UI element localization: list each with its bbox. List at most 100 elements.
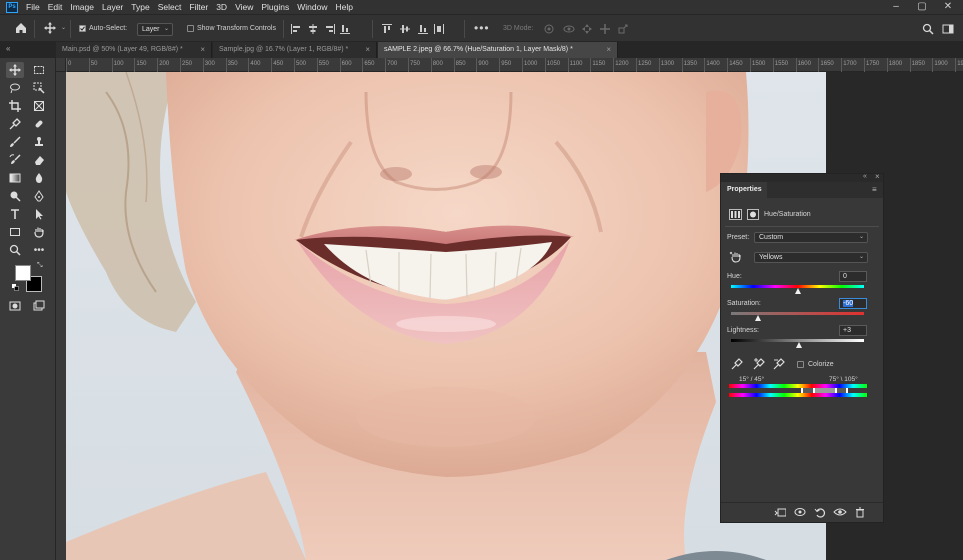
path-selection-tool-icon[interactable] <box>30 206 48 222</box>
healing-brush-tool-icon[interactable] <box>30 116 48 132</box>
eyedropper-tool-icon[interactable] <box>6 116 24 132</box>
eyedropper-icon[interactable] <box>731 358 743 372</box>
lightness-value-field[interactable]: +3 <box>839 325 867 336</box>
swap-colors-icon[interactable]: ⤡ <box>37 262 43 270</box>
more-tools-icon[interactable]: ••• <box>30 242 48 258</box>
hue-slider[interactable] <box>731 285 864 294</box>
distribute-vcenter-icon[interactable] <box>399 23 411 37</box>
more-options-icon[interactable]: ••• <box>474 21 490 35</box>
menu-view[interactable]: View <box>235 2 253 12</box>
close-tab-icon[interactable]: × <box>365 42 370 58</box>
3d-orbit-icon[interactable] <box>543 23 555 37</box>
layer-mask-icon[interactable] <box>747 209 759 220</box>
saturation-slider-thumb[interactable] <box>754 315 761 321</box>
visibility-eye-icon[interactable] <box>833 507 847 519</box>
align-bottom-icon[interactable] <box>339 23 351 37</box>
menu-select[interactable]: Select <box>158 2 182 12</box>
menu-help[interactable]: Help <box>335 2 352 12</box>
move-tool-icon[interactable] <box>44 22 56 34</box>
search-icon[interactable] <box>922 23 934 37</box>
distribute-top-icon[interactable] <box>381 23 393 37</box>
brush-tool-icon[interactable] <box>6 134 24 150</box>
tab-sample-2-jpeg[interactable]: sAMPLE 2.jpeg @ 66.7% (Hue/Saturation 1,… <box>378 42 618 58</box>
menu-window[interactable]: Window <box>297 2 327 12</box>
type-tool-icon[interactable] <box>6 206 24 222</box>
eraser-tool-icon[interactable] <box>30 152 48 168</box>
object-selection-tool-icon[interactable] <box>30 80 48 96</box>
auto-select-target-dropdown[interactable]: Layer ⌄ <box>137 23 173 36</box>
screen-mode-icon[interactable] <box>30 298 48 314</box>
lasso-tool-icon[interactable] <box>6 80 24 96</box>
align-left-icon[interactable] <box>290 23 302 37</box>
menu-layer[interactable]: Layer <box>102 2 123 12</box>
reset-icon[interactable] <box>813 507 827 519</box>
menu-plugins[interactable]: Plugins <box>261 2 289 12</box>
tab-main-psd[interactable]: Main.psd @ 50% (Layer 49, RGB/8#) * × <box>56 42 212 58</box>
auto-select-checkbox[interactable] <box>79 25 86 32</box>
foreground-color-swatch[interactable] <box>15 265 31 281</box>
trash-icon[interactable] <box>853 507 867 519</box>
close-tab-icon[interactable]: × <box>606 42 611 58</box>
saturation-slider[interactable] <box>731 312 864 321</box>
chevron-down-icon[interactable]: ⌄ <box>61 24 66 31</box>
frame-tool-icon[interactable] <box>30 98 48 114</box>
align-right-icon[interactable] <box>324 23 336 37</box>
show-transform-checkbox[interactable] <box>187 25 194 32</box>
3d-slide-icon[interactable] <box>599 23 611 37</box>
adjustment-layer-icon[interactable] <box>729 209 742 220</box>
distribute-bottom-icon[interactable] <box>417 23 429 37</box>
lightness-slider-thumb[interactable] <box>796 342 803 348</box>
home-icon[interactable] <box>14 21 28 35</box>
saturation-value-field[interactable]: -60 <box>839 298 867 309</box>
colorize-checkbox[interactable] <box>797 361 804 368</box>
tab-properties[interactable]: Properties <box>721 182 767 198</box>
targeted-adjustment-hand-icon[interactable] <box>729 250 743 264</box>
close-panel-icon[interactable]: × <box>875 172 880 181</box>
view-previous-state-icon[interactable] <box>793 507 807 519</box>
history-brush-tool-icon[interactable] <box>6 152 24 168</box>
hue-slider-thumb[interactable] <box>794 288 801 294</box>
align-center-icon[interactable] <box>307 23 319 37</box>
maximize-icon[interactable]: ▢ <box>909 0 935 14</box>
quick-mask-icon[interactable] <box>6 298 24 314</box>
menu-type[interactable]: Type <box>131 2 149 12</box>
default-colors-icon[interactable] <box>12 284 19 291</box>
clone-stamp-tool-icon[interactable] <box>30 134 48 150</box>
clip-to-layer-icon[interactable] <box>773 507 787 519</box>
3d-scale-icon[interactable] <box>617 23 629 37</box>
eyedropper-minus-icon[interactable] <box>773 358 785 372</box>
move-tool-icon[interactable] <box>6 62 24 78</box>
panel-header-strip: « × <box>721 172 883 182</box>
rectangle-tool-icon[interactable] <box>6 224 24 240</box>
hand-tool-icon[interactable] <box>30 224 48 240</box>
panel-menu-icon[interactable]: ≡ <box>872 185 877 194</box>
hue-value-field[interactable]: 0 <box>839 271 867 282</box>
dodge-tool-icon[interactable] <box>6 188 24 204</box>
marquee-tool-icon[interactable] <box>30 62 48 78</box>
workspace-icon[interactable] <box>942 23 954 37</box>
tab-sample-jpg[interactable]: Sample.jpg @ 16.7% (Layer 1, RGB/8#) * × <box>213 42 377 58</box>
minimize-icon[interactable]: – <box>883 0 909 14</box>
lightness-slider[interactable] <box>731 339 864 348</box>
collapse-panel-icon[interactable]: « <box>863 173 867 180</box>
menu-edit[interactable]: Edit <box>48 2 63 12</box>
3d-roll-icon[interactable] <box>563 23 575 37</box>
distribute-horizontal-icon[interactable] <box>433 23 445 37</box>
menu-3d[interactable]: 3D <box>216 2 227 12</box>
document-canvas[interactable] <box>66 72 826 560</box>
close-tab-icon[interactable]: × <box>200 42 205 58</box>
menu-image[interactable]: Image <box>70 2 94 12</box>
pen-tool-icon[interactable] <box>30 188 48 204</box>
close-icon[interactable]: ✕ <box>935 0 961 14</box>
blur-tool-icon[interactable] <box>30 170 48 186</box>
zoom-tool-icon[interactable] <box>6 242 24 258</box>
eyedropper-plus-icon[interactable] <box>753 358 765 372</box>
3d-pan-icon[interactable] <box>581 23 593 37</box>
channel-dropdown[interactable]: Yellows ⌄ <box>754 252 868 263</box>
crop-tool-icon[interactable] <box>6 98 24 114</box>
menu-filter[interactable]: Filter <box>189 2 208 12</box>
gradient-tool-icon[interactable] <box>6 170 24 186</box>
menu-file[interactable]: File <box>26 2 40 12</box>
preset-dropdown[interactable]: Custom ⌄ <box>754 232 868 243</box>
collapse-panel-icon[interactable]: « <box>6 44 10 53</box>
